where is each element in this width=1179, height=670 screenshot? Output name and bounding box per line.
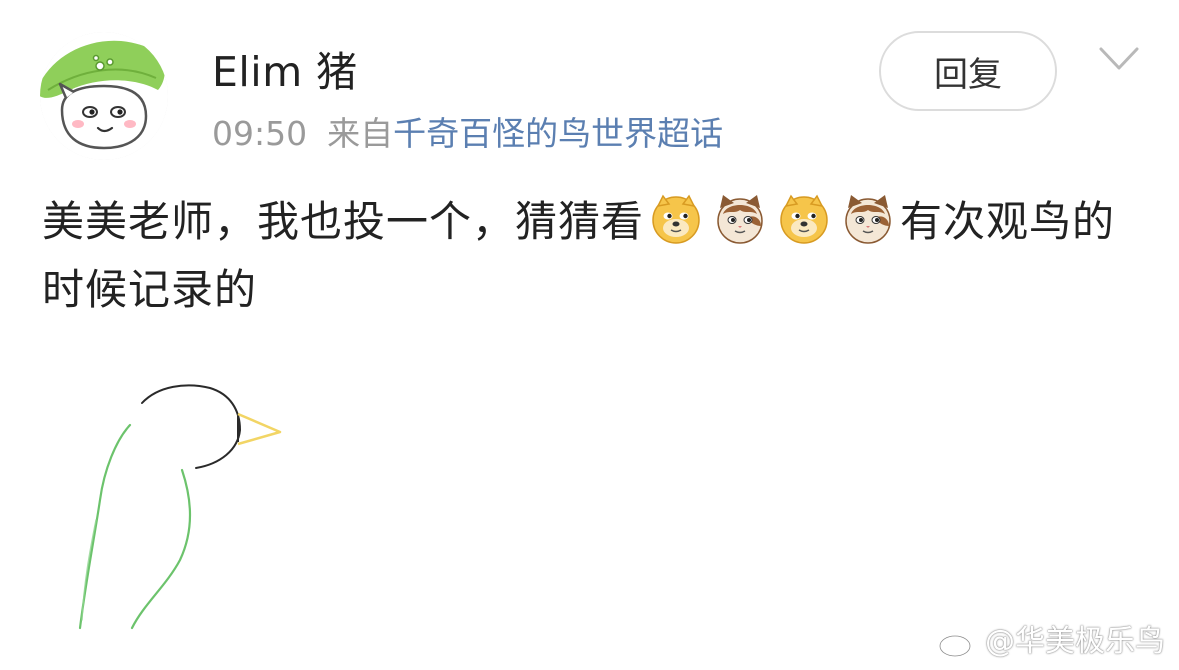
doge-emoji — [649, 192, 703, 246]
username[interactable]: Elim 猪 — [212, 46, 358, 98]
cat-emoji — [713, 192, 767, 246]
doge-emoji — [777, 192, 831, 246]
watermark: @华美极乐鸟 — [937, 622, 1165, 662]
source-link[interactable]: 千奇百怪的鸟世界超话 — [393, 114, 723, 153]
chevron-down-icon[interactable] — [1098, 44, 1140, 74]
weibo-logo-icon — [938, 628, 980, 658]
post-text-part1: 美美老师，我也投一个，猜猜看 — [42, 197, 645, 246]
reply-button[interactable]: 回复 — [879, 31, 1057, 111]
post-meta: 09:50 来自千奇百怪的鸟世界超话 — [212, 112, 723, 156]
bird-sketch-image[interactable] — [60, 370, 320, 640]
avatar[interactable] — [40, 32, 168, 160]
post-time: 09:50 — [212, 114, 308, 153]
source-prefix: 来自 — [327, 114, 394, 153]
avatar-image — [40, 32, 168, 160]
cat-emoji — [841, 192, 895, 246]
post-text: 美美老师，我也投一个，猜猜看 有次观鸟的时候记录的 — [42, 188, 1132, 324]
watermark-text: @华美极乐鸟 — [985, 624, 1165, 659]
